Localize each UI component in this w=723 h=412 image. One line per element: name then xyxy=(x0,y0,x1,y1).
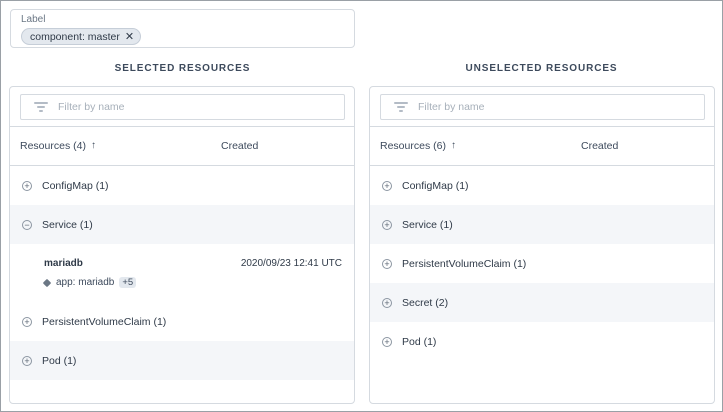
selected-row-persistentvolumeclaim[interactable]: + PersistentVolumeClaim (1) xyxy=(10,302,354,341)
selected-row-pod[interactable]: + Pod (1) xyxy=(10,341,354,380)
resource-name[interactable]: mariadb xyxy=(44,258,83,269)
selected-created-column-header[interactable]: Created xyxy=(221,140,258,152)
selected-resources-title: SELECTED RESOURCES xyxy=(114,63,251,74)
expand-icon[interactable]: + xyxy=(382,258,392,269)
selected-rows: + ConfigMap (1) − Service (1) mariadb 20… xyxy=(10,166,354,380)
unselected-filter-box[interactable] xyxy=(380,94,705,120)
selected-filter-input[interactable] xyxy=(58,101,318,113)
row-label: Pod (1) xyxy=(402,335,437,348)
label-chip-text: component: master xyxy=(30,30,120,43)
expand-icon[interactable]: + xyxy=(382,297,392,308)
unselected-created-column-header[interactable]: Created xyxy=(581,140,618,152)
unselected-resources-header-label: Resources (6) xyxy=(380,140,446,152)
unselected-row-persistentvolumeclaim[interactable]: + PersistentVolumeClaim (1) xyxy=(370,244,714,283)
row-label: PersistentVolumeClaim (1) xyxy=(402,257,527,270)
row-label: Service (1) xyxy=(402,218,453,231)
expand-icon[interactable]: + xyxy=(382,219,392,230)
label-caption: Label xyxy=(21,14,46,25)
unselected-filter-input[interactable] xyxy=(418,101,678,113)
expand-icon[interactable]: + xyxy=(22,355,32,366)
tag-icon xyxy=(42,278,52,287)
unselected-row-configmap[interactable]: + ConfigMap (1) xyxy=(370,166,714,205)
unselected-resources-panel: Resources (6) ↑ Created + ConfigMap (1) … xyxy=(369,86,715,404)
filter-icon xyxy=(34,101,48,113)
resource-created: 2020/09/23 12:41 UTC xyxy=(240,258,342,269)
resource-label-text: app: mariadb xyxy=(56,277,115,288)
row-label: Pod (1) xyxy=(42,354,77,367)
label-chip: component: master ✕ xyxy=(21,28,142,45)
collapse-icon[interactable]: − xyxy=(22,219,32,230)
service-child-mariadb: mariadb 2020/09/23 12:41 UTC app: mariad… xyxy=(10,244,354,302)
row-label: ConfigMap (1) xyxy=(42,179,109,192)
more-labels-badge[interactable]: +5 xyxy=(119,277,137,288)
unselected-resources-title: UNSELECTED RESOURCES xyxy=(465,63,618,74)
selected-row-service[interactable]: − Service (1) xyxy=(10,205,354,244)
unselected-table-header: Resources (6) ↑ Created xyxy=(370,126,714,166)
row-label: PersistentVolumeClaim (1) xyxy=(42,315,167,328)
unselected-row-secret[interactable]: + Secret (2) xyxy=(370,283,714,322)
row-label: Service (1) xyxy=(42,218,93,231)
row-label: Secret (2) xyxy=(402,296,449,309)
sort-ascending-icon: ↑ xyxy=(450,140,456,151)
expand-icon[interactable]: + xyxy=(382,336,392,347)
expand-icon[interactable]: + xyxy=(22,316,32,327)
label-selector-field[interactable]: Label component: master ✕ xyxy=(10,9,355,48)
unselected-row-service[interactable]: + Service (1) xyxy=(370,205,714,244)
unselected-resources-column-header[interactable]: Resources (6) ↑ xyxy=(380,140,456,152)
selected-resources-header-label: Resources (4) xyxy=(20,140,86,152)
expand-icon[interactable]: + xyxy=(22,180,32,191)
selected-resources-panel: Resources (4) ↑ Created + ConfigMap (1) … xyxy=(9,86,355,404)
selected-filter-box[interactable] xyxy=(20,94,345,120)
selected-row-configmap[interactable]: + ConfigMap (1) xyxy=(10,166,354,205)
chip-close-icon[interactable]: ✕ xyxy=(125,30,134,43)
unselected-rows: + ConfigMap (1) + Service (1) + Persiste… xyxy=(370,166,714,361)
row-label: ConfigMap (1) xyxy=(402,179,469,192)
filter-icon xyxy=(394,101,408,113)
resource-labels: app: mariadb +5 xyxy=(42,277,137,288)
selected-table-header: Resources (4) ↑ Created xyxy=(10,126,354,166)
sort-ascending-icon: ↑ xyxy=(90,140,96,151)
unselected-row-pod[interactable]: + Pod (1) xyxy=(370,322,714,361)
expand-icon[interactable]: + xyxy=(382,180,392,191)
selected-resources-column-header[interactable]: Resources (4) ↑ xyxy=(20,140,96,152)
